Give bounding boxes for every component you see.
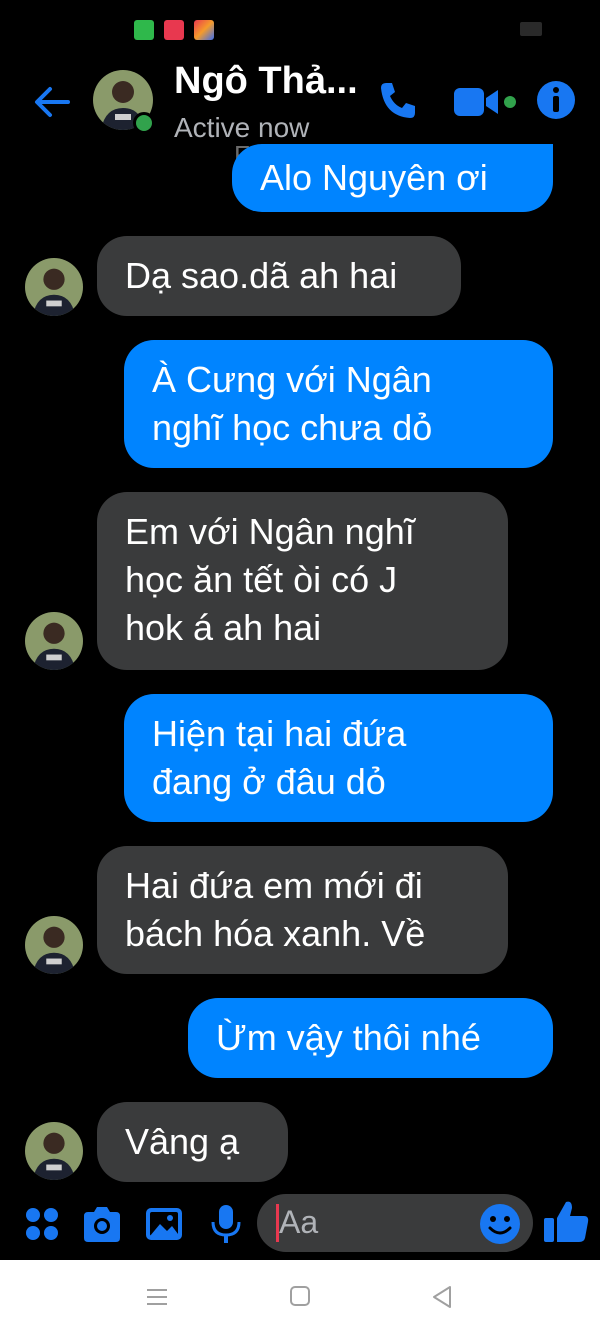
online-indicator — [133, 112, 155, 134]
home-button[interactable] — [284, 1282, 316, 1312]
message-bubble-incoming[interactable]: Hai đứa em mới đi bách hóa xanh. Về — [97, 846, 508, 974]
microphone-icon — [211, 1205, 241, 1243]
emoji-button[interactable] — [478, 1202, 522, 1246]
sender-avatar — [25, 258, 83, 316]
message-bubble-outgoing[interactable]: Hiện tại hai đứa đang ở đâu dỏ — [124, 694, 553, 822]
sender-avatar — [25, 916, 83, 974]
gallery-button[interactable] — [142, 1202, 186, 1246]
arrow-left-icon — [35, 87, 70, 117]
thumbs-up-icon — [544, 1201, 589, 1242]
message-bubble-incoming[interactable]: Dạ sao.dã ah hai — [97, 236, 461, 316]
like-button[interactable] — [542, 1196, 592, 1246]
four-dots-icon — [26, 1208, 58, 1240]
video-call-button[interactable] — [452, 82, 522, 122]
phone-icon — [381, 83, 415, 118]
more-actions-button[interactable] — [20, 1202, 64, 1246]
image-icon — [146, 1208, 182, 1240]
contact-name[interactable]: Ngô Thả... — [174, 60, 358, 103]
message-bubble-outgoing[interactable]: À Cưng với Ngân nghĩ học chưa dỏ — [124, 340, 553, 468]
triangle-back-icon — [433, 1286, 451, 1308]
chat-header: Ngô Thả... Active now — [0, 58, 600, 148]
back-button[interactable] — [30, 80, 74, 124]
message-bubble-incoming[interactable]: Em với Ngân nghĩ học ăn tết òi có J hok … — [97, 492, 508, 670]
message-bubble-outgoing[interactable]: Ừm vậy thôi nhé — [188, 998, 553, 1078]
sender-avatar — [25, 612, 83, 670]
recording-icon — [164, 20, 184, 40]
nav-back-button[interactable] — [426, 1282, 458, 1312]
smiley-icon — [480, 1204, 520, 1244]
message-bubble-incoming[interactable]: Vâng ạ — [97, 1102, 288, 1182]
sender-avatar — [25, 1122, 83, 1180]
video-camera-icon — [454, 88, 516, 116]
notification-icon — [134, 20, 154, 40]
camera-button[interactable] — [80, 1202, 124, 1246]
call-button[interactable] — [374, 78, 420, 124]
info-icon — [537, 81, 575, 119]
status-bar — [0, 0, 600, 50]
message-bubble-outgoing[interactable]: Alo Nguyên ơi — [232, 144, 553, 212]
voice-button[interactable] — [204, 1202, 248, 1246]
square-icon — [290, 1286, 310, 1306]
app-icon — [194, 20, 214, 40]
recents-button[interactable] — [141, 1282, 173, 1312]
message-input-placeholder: Aa — [279, 1204, 319, 1240]
menu-lines-icon — [147, 1289, 167, 1305]
system-navigation-bar — [0, 1260, 600, 1333]
battery-icon — [520, 22, 542, 36]
camera-icon — [84, 1207, 120, 1242]
info-button[interactable] — [534, 78, 578, 122]
message-composer: Aa — [0, 1190, 600, 1260]
